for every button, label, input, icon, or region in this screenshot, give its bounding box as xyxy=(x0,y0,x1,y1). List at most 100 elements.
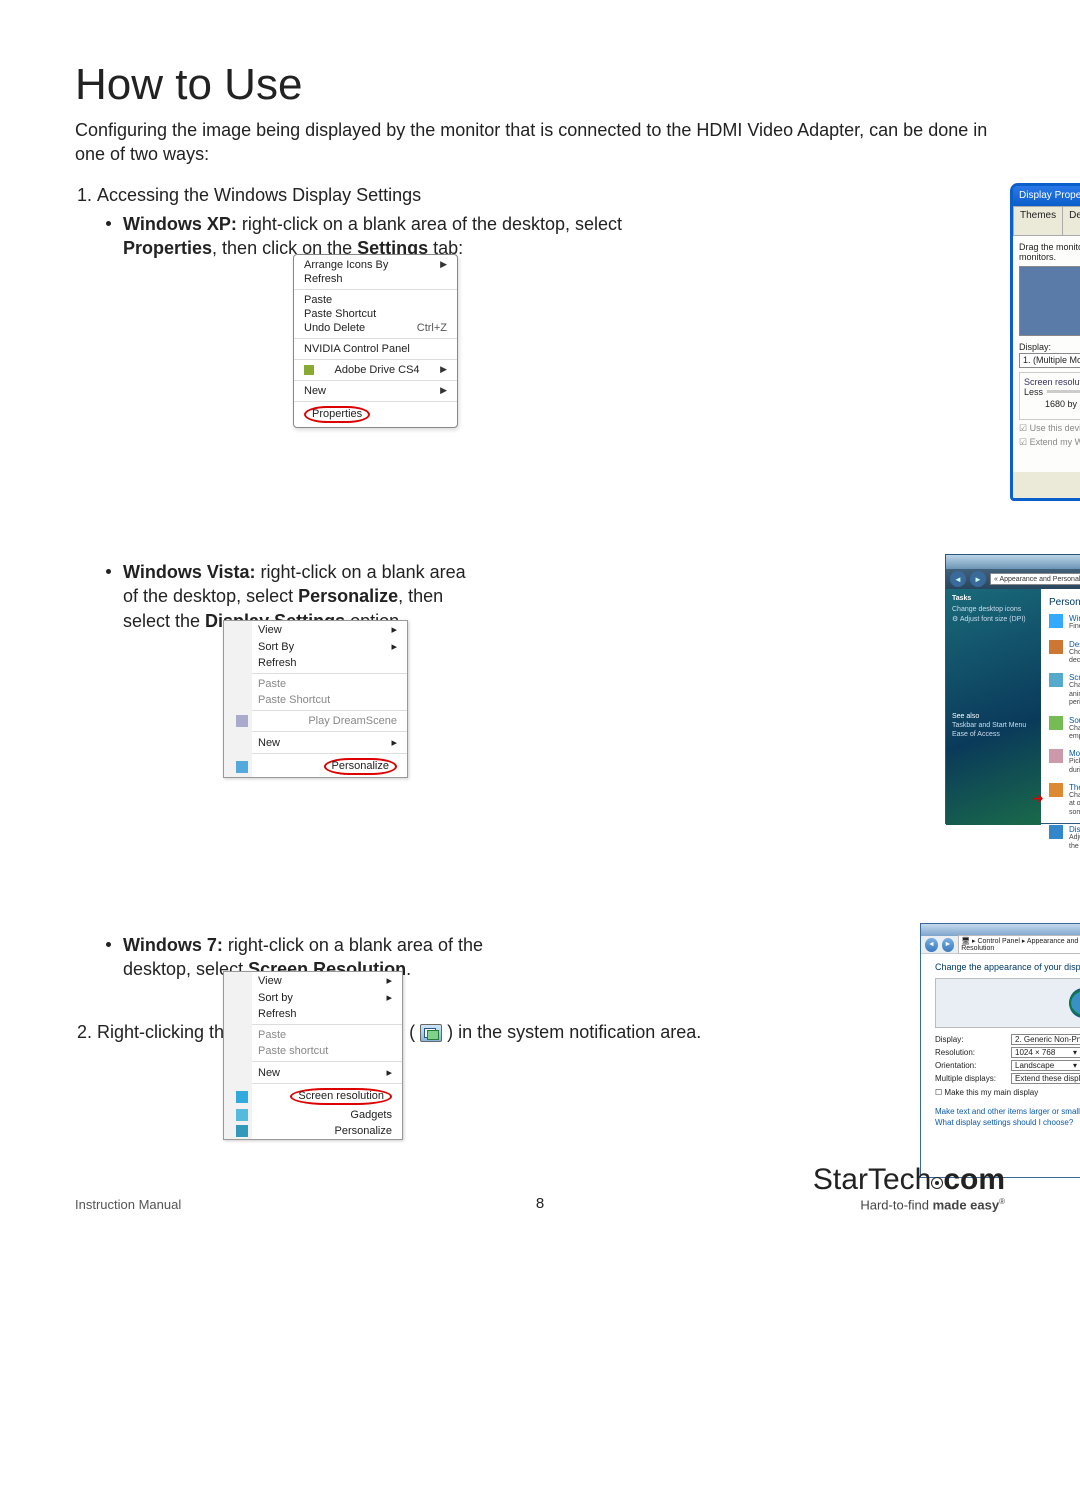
desktop-bg-icon xyxy=(1049,640,1063,654)
dialog-title: Display Properties xyxy=(1019,190,1080,201)
dialog-instruction: Drag the monitor icons to match the phys… xyxy=(1019,242,1080,262)
ctx-sort-by[interactable]: Sort by▸ xyxy=(252,989,402,1006)
sidebar-taskbar[interactable]: Taskbar and Start Menu xyxy=(952,722,1035,729)
brand: StarTechcom Hard-to-find made easy® xyxy=(813,1163,1005,1212)
ctx-paste: Paste xyxy=(252,1027,402,1043)
forward-button[interactable]: ► xyxy=(942,938,955,952)
chevron-right-icon: ▶ xyxy=(440,364,447,375)
ctx-undo-delete[interactable]: Undo DeleteCtrl+Z xyxy=(304,321,447,335)
chevron-down-icon: ▾ xyxy=(1073,1061,1077,1070)
back-button[interactable]: ◄ xyxy=(925,938,938,952)
xp-section: Windows XP: right-click on a blank area … xyxy=(123,212,1005,261)
ctx-new[interactable]: New▸ xyxy=(252,1064,402,1081)
ctx-personalize[interactable]: Personalize xyxy=(252,756,407,777)
item-desktop-background[interactable]: Desktop BackgroundChoose from available … xyxy=(1049,640,1080,666)
multiple-displays-label: Multiple displays: xyxy=(935,1074,1005,1083)
chevron-right-icon: ▸ xyxy=(391,736,397,749)
ctx-paste-shortcut: Paste Shortcut xyxy=(252,692,407,708)
chevron-right-icon: ▸ xyxy=(391,623,397,636)
breadcrumb[interactable]: 🖥 ▸ Control Panel ▸ Appearance and Perso… xyxy=(958,935,1080,954)
ctx-gadgets[interactable]: Gadgets xyxy=(252,1107,402,1123)
resolution-value: 1680 by 1050 pixels xyxy=(1024,399,1080,409)
ctx-adobe-drive[interactable]: Adobe Drive CS4▶ xyxy=(304,363,447,377)
brand-dot-icon xyxy=(932,1178,942,1188)
item-sounds[interactable]: SoundsChange which sounds are heard when… xyxy=(1049,716,1080,742)
display-label: Display: xyxy=(935,1035,1005,1044)
extend-desktop-checkbox[interactable]: ☑ Extend my Windows desktop onto this mo… xyxy=(1019,437,1080,448)
chevron-right-icon: ▶ xyxy=(440,385,447,396)
ctx-arrange-icons[interactable]: Arrange Icons By▶ xyxy=(304,258,447,272)
tab-themes[interactable]: Themes xyxy=(1013,206,1063,235)
tagline-1: Hard-to-find xyxy=(860,1197,932,1212)
main-heading: Change the appearance of your displays xyxy=(935,962,1080,972)
item-screen-saver[interactable]: Screen SaverChange your screen saver or … xyxy=(1049,673,1080,707)
item-theme[interactable]: ThemeChange the theme. Themes can change… xyxy=(1049,783,1080,817)
monitor-arrangement[interactable]: 1 2 Detect Identify xyxy=(935,978,1080,1028)
theme-icon xyxy=(1049,783,1063,797)
personalize-icon xyxy=(236,1125,248,1137)
display-select[interactable]: 2. Generic Non-PnP Monitor▾ xyxy=(1011,1034,1080,1045)
item-mouse-pointers[interactable]: Mouse PointersPick a different mouse poi… xyxy=(1049,749,1080,775)
chevron-right-icon: ▸ xyxy=(391,640,397,653)
what-settings-link[interactable]: What display settings should I choose? xyxy=(935,1118,1080,1127)
intro-text: Configuring the image being displayed by… xyxy=(75,118,1005,167)
w7-screen-resolution-window: –☐✕ ◄ ► 🖥 ▸ Control Panel ▸ Appearance a… xyxy=(920,923,1080,1178)
chevron-right-icon: ▸ xyxy=(386,974,392,987)
orientation-label: Orientation: xyxy=(935,1061,1005,1070)
w7-context-menu: View▸ Sort by▸ Refresh Paste Paste short… xyxy=(223,971,403,1140)
chevron-right-icon: ▸ xyxy=(386,1066,392,1079)
ctx-view[interactable]: View▸ xyxy=(252,972,402,989)
tab-desktop[interactable]: Desktop xyxy=(1062,206,1080,235)
orientation-select[interactable]: Landscape▾ xyxy=(1011,1060,1080,1071)
item-window-color[interactable]: Window Color and AppearanceFine tune the… xyxy=(1049,614,1080,631)
primary-monitor-checkbox[interactable]: ☑ Use this device as the primary monitor… xyxy=(1019,423,1080,434)
xp-display-properties-dialog: Display Properties ?✕ Themes Desktop Scr… xyxy=(1010,183,1080,501)
multiple-displays-select[interactable]: Extend these displays▾ xyxy=(1011,1073,1080,1084)
ctx-refresh[interactable]: Refresh xyxy=(252,655,407,671)
ctx-view[interactable]: View▸ xyxy=(252,621,407,638)
resolution-select[interactable]: 1024 × 768▾ xyxy=(1011,1047,1080,1058)
ctx-new[interactable]: New▸ xyxy=(252,734,407,751)
sidebar-ease-access[interactable]: Ease of Access xyxy=(952,731,1035,738)
ctx-sort-by[interactable]: Sort By▸ xyxy=(252,638,407,655)
w7-t2: . xyxy=(406,959,411,979)
main-display-checkbox[interactable]: ☐ Make this my main display xyxy=(935,1088,1038,1105)
text-size-link[interactable]: Make text and other items larger or smal… xyxy=(935,1107,1080,1116)
ctx-nvidia[interactable]: NVIDIA Control Panel xyxy=(304,342,447,356)
resolution-slider[interactable]: Less More xyxy=(1024,387,1080,397)
forward-button[interactable]: ► xyxy=(970,571,986,587)
page-number: 8 xyxy=(536,1195,544,1212)
xp-label: Windows XP: xyxy=(123,214,237,234)
breadcrumb[interactable]: « Appearance and Personalization ▸ Perso… xyxy=(990,573,1080,585)
screen-res-icon xyxy=(236,1091,248,1103)
ctx-refresh[interactable]: Refresh xyxy=(252,1006,402,1022)
ctx-screen-resolution[interactable]: Screen resolution xyxy=(252,1086,402,1107)
vista-b1: Personalize xyxy=(298,586,398,606)
xp-t1: right-click on a blank area of the deskt… xyxy=(237,214,622,234)
w7-label: Windows 7: xyxy=(123,935,223,955)
monitor-1[interactable]: 1 xyxy=(1069,988,1080,1018)
less-label: Less xyxy=(1024,387,1043,397)
ctx-paste-shortcut[interactable]: Paste Shortcut xyxy=(304,307,447,321)
adobe-icon xyxy=(304,365,314,375)
item-display-settings[interactable]: Display SettingsAdjust your monitor reso… xyxy=(1049,825,1080,851)
display-select[interactable]: 1. (Multiple Monitors) on NVIDIA Quadro … xyxy=(1019,353,1080,368)
sidebar-change-icons[interactable]: Change desktop icons xyxy=(952,606,1035,613)
xp-context-menu: Arrange Icons By▶ Refresh Paste Paste Sh… xyxy=(293,254,458,428)
ctx-personalize[interactable]: Personalize xyxy=(252,1123,402,1139)
dialog-tabs: Themes Desktop Screen Saver Appearance S… xyxy=(1013,206,1080,236)
back-button[interactable]: ◄ xyxy=(950,571,966,587)
dreamscene-icon xyxy=(236,715,248,727)
chevron-right-icon: ▸ xyxy=(386,991,392,1004)
arrow-right-icon: ➜ xyxy=(1032,790,1044,807)
screensaver-icon xyxy=(1049,673,1063,687)
ctx-properties[interactable]: Properties xyxy=(304,405,447,424)
vista-context-menu: View▸ Sort By▸ Refresh Paste Paste Short… xyxy=(223,620,408,778)
monitor-arrangement[interactable]: ↓ 1 2 Primary Display xyxy=(1019,266,1080,336)
sidebar-adjust-font[interactable]: ⚙ Adjust font size (DPI) xyxy=(952,615,1035,623)
ctx-refresh[interactable]: Refresh xyxy=(304,272,447,286)
ctx-new[interactable]: New▶ xyxy=(304,384,447,398)
ctx-paste[interactable]: Paste xyxy=(304,293,447,307)
vista-personalization-window: –☐✕ ◄ ► « Appearance and Personalization… xyxy=(945,554,1080,824)
page-footer: Instruction Manual 8 StarTechcom Hard-to… xyxy=(75,1163,1005,1212)
